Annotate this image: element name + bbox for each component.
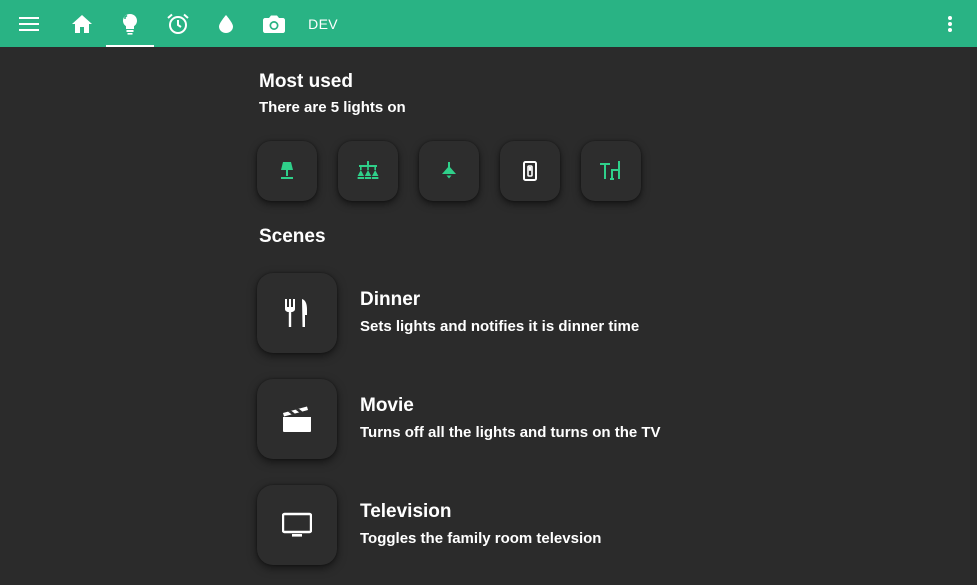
lights-on-status: There are 5 lights on xyxy=(259,99,406,116)
water-drop-icon xyxy=(219,14,233,33)
light-button-desk-lamp[interactable] xyxy=(581,141,641,201)
tab-dev[interactable]: DEV xyxy=(298,0,348,47)
tab-alarm[interactable] xyxy=(154,0,202,47)
light-button-switch[interactable] xyxy=(500,141,560,201)
most-used-title: Most used xyxy=(259,71,353,92)
tab-water[interactable] xyxy=(202,0,250,47)
scene-desc-television: Toggles the family room televsion xyxy=(360,530,602,547)
top-app-bar: DEV xyxy=(0,0,977,47)
scene-desc-movie: Turns off all the lights and turns on th… xyxy=(360,424,661,441)
more-options-button[interactable] xyxy=(926,0,974,47)
menu-button[interactable] xyxy=(5,0,53,47)
movie-clapper-icon xyxy=(283,406,311,432)
light-button-chandelier[interactable] xyxy=(338,141,398,201)
scene-title-dinner: Dinner xyxy=(360,289,421,310)
chandelier-icon xyxy=(357,161,379,181)
scene-button-movie[interactable] xyxy=(257,379,337,459)
table-lamp-icon xyxy=(278,161,296,181)
lightbulb-icon xyxy=(121,13,139,35)
home-icon xyxy=(72,14,92,33)
camera-icon xyxy=(263,15,285,33)
menu-icon xyxy=(19,16,39,32)
scene-button-dinner[interactable] xyxy=(257,273,337,353)
silverware-icon xyxy=(284,299,310,327)
tab-lights[interactable] xyxy=(106,0,154,47)
desk-lamp-icon xyxy=(600,161,622,181)
scene-button-television[interactable] xyxy=(257,485,337,565)
ceiling-light-icon xyxy=(440,162,458,180)
scene-title-movie: Movie xyxy=(360,395,414,416)
more-vert-icon xyxy=(948,15,952,32)
tab-camera[interactable] xyxy=(250,0,298,47)
light-button-ceiling-light[interactable] xyxy=(419,141,479,201)
scenes-title: Scenes xyxy=(259,226,326,247)
light-button-table-lamp[interactable] xyxy=(257,141,317,201)
light-switch-icon xyxy=(523,161,537,181)
alarm-clock-icon xyxy=(167,13,189,35)
scene-desc-dinner: Sets lights and notifies it is dinner ti… xyxy=(360,318,640,335)
tab-home[interactable] xyxy=(58,0,106,47)
television-icon xyxy=(282,512,312,538)
scene-title-television: Television xyxy=(360,501,452,522)
